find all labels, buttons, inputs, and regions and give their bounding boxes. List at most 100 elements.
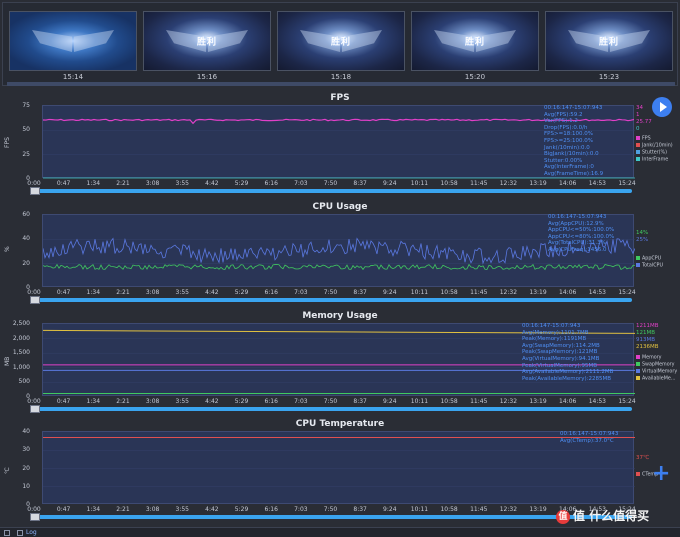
x-tick-label: 2:21: [116, 398, 130, 405]
stat-line: FPS>=18:100.0%: [544, 131, 594, 138]
stat-line: Peak(SwapMemory):121MB: [522, 349, 598, 356]
y-tick-label: 75: [22, 102, 30, 109]
current-value: 121MB: [636, 330, 656, 336]
thumbnail-2[interactable]: 胜利: [143, 11, 271, 71]
memory-legend: Memory SwapMemory VirtualMemory AvailableMe…: [636, 355, 677, 383]
stat-line: AppCPU<=50%:100.0%: [548, 227, 615, 234]
y-tick-label: 20: [22, 259, 30, 267]
x-tick-label: 14:53: [588, 180, 606, 187]
stat-line: AppCPU<=80%:100.0%: [548, 233, 615, 240]
scrollbar-thumb[interactable]: [7, 82, 675, 86]
y-tick-label: 2,500: [12, 320, 30, 327]
thumbnail-4[interactable]: 胜利: [411, 11, 539, 71]
cpu-plot[interactable]: [42, 214, 635, 287]
x-tick-label: 11:45: [470, 289, 488, 296]
fps-y-label: FPS: [4, 137, 11, 148]
stat-line: Avg(CPUFreq):1456.0: [548, 246, 607, 253]
expand-checkbox[interactable]: [4, 530, 10, 536]
legend-item[interactable]: InterFrame: [636, 157, 673, 164]
x-tick-label: 1:34: [86, 398, 101, 405]
legend-item[interactable]: Stutter(%): [636, 150, 673, 157]
x-tick-label: 14:53: [588, 289, 606, 296]
temperature-slider-handle[interactable]: [30, 513, 40, 521]
legend-swatch: [636, 263, 640, 267]
legend-label: TotalCPU: [642, 263, 663, 269]
x-tick-label: 14:53: [588, 398, 606, 405]
x-tick-label: 9:24: [383, 398, 397, 405]
log-checkbox[interactable]: [17, 530, 23, 536]
stat-line: Avg(AppCPU):12.9%: [548, 220, 604, 227]
temperature-chart: [43, 436, 635, 487]
temperature-time-slider[interactable]: [32, 515, 632, 519]
legend-item[interactable]: AvailableMe...: [636, 376, 677, 383]
stat-line: 00:16:147-15:07:943: [548, 214, 607, 220]
x-tick-label: 7:03: [294, 506, 308, 513]
thumbnail-3[interactable]: 胜利: [277, 11, 405, 71]
memory-slider-handle[interactable]: [30, 405, 40, 413]
stat-line: Avg(SwapMemory):114.2MB: [522, 342, 600, 349]
x-tick-label: 3:55: [175, 506, 189, 513]
x-tick-label: 10:58: [440, 506, 458, 513]
watermark-logo-icon: 值: [556, 509, 570, 524]
y-tick-label: 25: [22, 150, 30, 158]
x-tick-label: 13:19: [529, 506, 547, 513]
legend-swatch: [636, 143, 640, 147]
stat-line: Avg(FPS):59.2: [544, 111, 583, 118]
legend-item[interactable]: Jank(/10min): [636, 143, 673, 150]
temperature-plot[interactable]: [42, 431, 635, 504]
x-tick-label: 10:11: [410, 506, 429, 513]
log-label: Log: [26, 529, 37, 536]
add-chart-button[interactable]: +: [652, 463, 670, 485]
play-button[interactable]: [652, 97, 672, 117]
x-tick-label: 14:06: [559, 398, 577, 405]
legend-item[interactable]: VirtualMemory: [636, 369, 677, 376]
y-tick-label: 2,000: [12, 334, 30, 342]
legend-item[interactable]: Memory: [636, 355, 677, 362]
thumbnail-scrollbar[interactable]: [7, 82, 675, 86]
thumbnail-5[interactable]: 胜利: [545, 11, 673, 71]
app-cpu-series: [43, 263, 635, 271]
x-tick-label: 11:45: [470, 180, 488, 187]
legend-label: AvailableMe...: [642, 376, 676, 382]
fps-panel: FPS FPS 00:16:147-15:07:943 Avg(FPS):59.2…: [2, 93, 678, 200]
stat-line: Jank(/10min):0.0: [544, 144, 590, 151]
x-tick-label: 3:08: [145, 289, 160, 296]
y-tick-label: 1,500: [12, 349, 30, 357]
y-tick-label: 0: [26, 175, 30, 182]
legend-label: VirtualMemory: [642, 369, 678, 375]
memory-time-slider[interactable]: [32, 407, 632, 411]
y-tick-label: 40: [22, 235, 30, 243]
x-tick-label: 5:29: [234, 398, 249, 405]
y-tick-label: 50: [22, 126, 30, 134]
x-tick-label: 7:50: [323, 180, 338, 187]
legend-item[interactable]: FPS: [636, 136, 673, 143]
x-tick-label: 0:00: [27, 398, 41, 405]
cpu-slider-handle[interactable]: [30, 296, 40, 304]
thumbnail-1[interactable]: [9, 11, 137, 71]
x-tick-label: 8:37: [353, 398, 367, 405]
x-tick-label: 6:16: [264, 289, 278, 296]
stat-line: 00:16:147-15:07:943: [544, 105, 603, 111]
fps-slider-handle[interactable]: [30, 187, 40, 195]
legend-item[interactable]: TotalCPU: [636, 263, 663, 270]
x-tick-label: 4:42: [205, 289, 219, 296]
legend-label: AppCPU: [642, 256, 662, 262]
thumbnail-time-3: 15:18: [330, 73, 352, 81]
current-value: 25%: [636, 237, 649, 243]
cpu-time-slider[interactable]: [32, 298, 632, 302]
x-tick-label: 10:11: [410, 289, 429, 296]
stat-line: Peak(Memory):1191MB: [522, 336, 587, 343]
legend-swatch: [636, 150, 640, 154]
x-tick-label: 9:24: [383, 289, 397, 296]
x-tick-label: 5:29: [234, 506, 249, 513]
x-tick-label: 3:08: [145, 398, 160, 405]
legend-item[interactable]: AppCPU: [636, 256, 663, 263]
x-tick-label: 5:29: [234, 289, 249, 296]
x-tick-label: 12:32: [499, 289, 518, 296]
current-value: 0: [636, 126, 640, 132]
x-tick-label: 3:55: [175, 289, 189, 296]
legend-item[interactable]: SwapMemory: [636, 362, 677, 369]
stat-line: FPS>=25:100.0%: [544, 137, 594, 144]
fps-time-slider[interactable]: [32, 189, 632, 193]
thumbnail-time-1: 15:14: [62, 73, 84, 81]
